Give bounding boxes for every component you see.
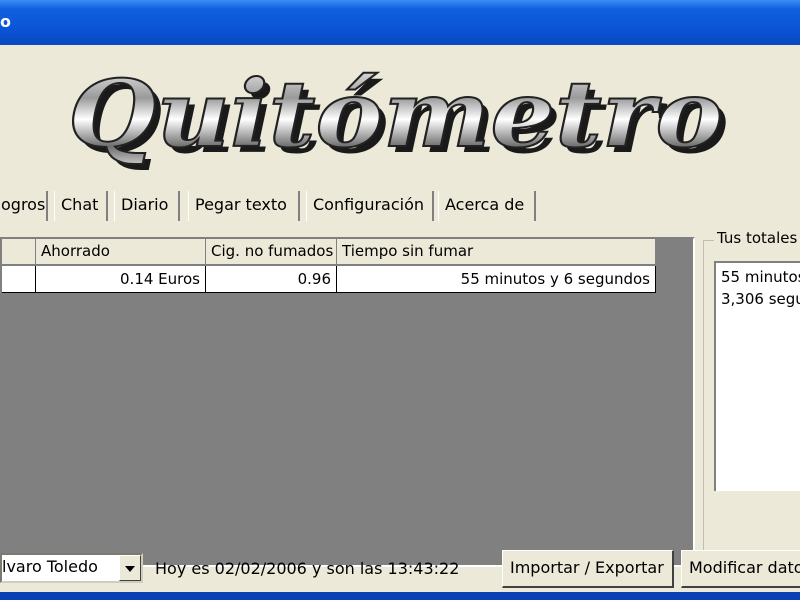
tab-logros[interactable]: ogros (0, 191, 48, 221)
totals-line-minutes: 55 minutos (721, 268, 800, 286)
window-bottom-border (0, 592, 800, 600)
grid-header: Ahorrado Cig. no fumados Tiempo sin fuma… (2, 239, 656, 265)
logo-text: Quitómetro (68, 60, 723, 168)
totals-legend: Tus totales (714, 229, 800, 247)
window-client: Quitómetro Quitómetro ogros Chat Diario … (0, 45, 800, 600)
table-row[interactable]: 0.14 Euros 0.96 55 minutos y 6 segundos (2, 266, 656, 293)
user-select-value: lvaro Toledo (2, 557, 98, 576)
header-cell-blank (2, 239, 36, 265)
totals-group: Tus totales 55 minutos 3,306 segu (703, 229, 800, 565)
modify-data-button[interactable]: Modificar datos (681, 550, 800, 588)
cell-ahorrado: 0.14 Euros (36, 266, 206, 292)
tab-label: Configuración (313, 195, 425, 214)
date-time-label: Hoy es 02/02/2006 y son las 13:43:22 (155, 559, 460, 578)
tab-label: Acerca de (445, 195, 525, 214)
tab-chat[interactable]: Chat (54, 191, 108, 221)
cell-tiempo-sin-fumar: 55 minutos y 6 segundos (460, 270, 650, 288)
tab-label: Pegar texto (195, 195, 287, 214)
tab-acerca-de[interactable]: Acerca de (438, 191, 536, 221)
tab-configuracion[interactable]: Configuración (306, 191, 434, 221)
header-tiempo-sin-fumar[interactable]: Tiempo sin fumar (337, 239, 656, 265)
tab-pegar-texto[interactable]: Pegar texto (188, 191, 300, 221)
data-grid[interactable]: Ahorrado Cig. no fumados Tiempo sin fuma… (0, 237, 695, 567)
totals-textbox[interactable]: 55 minutos 3,306 segu (714, 261, 800, 491)
dropdown-button[interactable] (119, 555, 141, 581)
header-ahorrado[interactable]: Ahorrado (36, 239, 206, 265)
title-bar: o (0, 0, 800, 45)
tab-label: Diario (121, 195, 169, 214)
row-cell-blank (2, 266, 36, 292)
quitometro-logo: Quitómetro Quitómetro (67, 60, 729, 174)
chevron-down-icon (125, 566, 135, 572)
totals-line-seconds: 3,306 segu (721, 290, 800, 308)
tab-strip: ogros Chat Diario Pegar texto Configurac… (0, 187, 800, 221)
import-export-button[interactable]: Importar / Exportar (502, 550, 674, 588)
user-select[interactable]: lvaro Toledo (0, 553, 143, 583)
tab-diario[interactable]: Diario (114, 191, 180, 221)
header-cig-no-fumados[interactable]: Cig. no fumados (206, 239, 337, 265)
tab-label: Chat (61, 195, 99, 214)
window-title: o (0, 12, 11, 31)
cell-cig-no-fumados: 0.96 (206, 266, 337, 292)
tab-label: ogros (1, 195, 46, 214)
